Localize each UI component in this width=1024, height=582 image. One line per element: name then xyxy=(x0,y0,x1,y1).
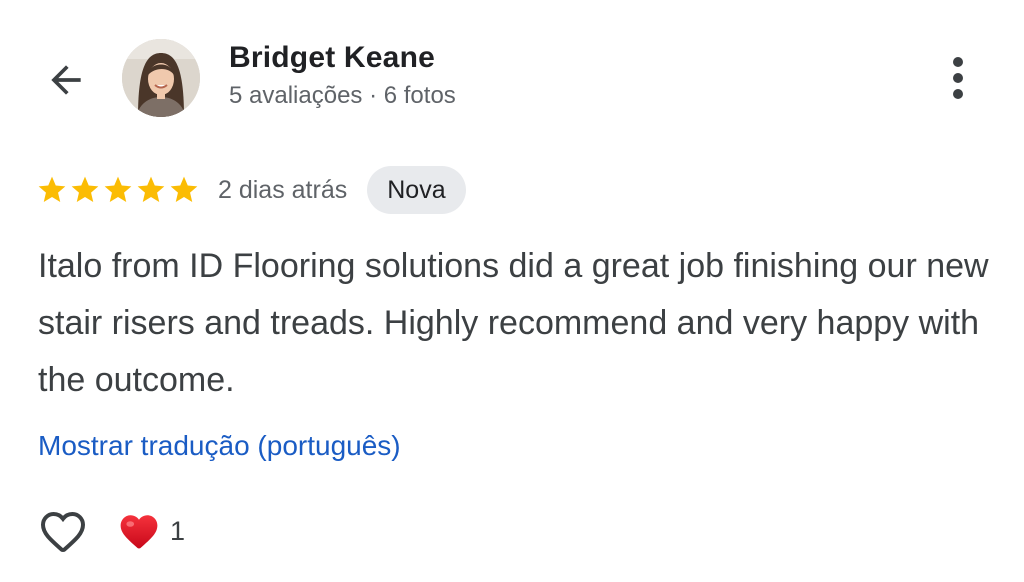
star-rating xyxy=(36,174,200,206)
more-vert-icon xyxy=(953,57,963,99)
author-meta: 5 avaliações · 6 fotos xyxy=(229,82,456,109)
back-button[interactable] xyxy=(38,52,94,108)
red-heart-icon xyxy=(120,515,158,549)
like-button[interactable] xyxy=(38,506,88,556)
rating-row: 2 dias atrás Nova xyxy=(36,166,466,214)
star-icon xyxy=(137,176,165,202)
arrow-left-icon xyxy=(51,65,81,95)
reactions-row: 1 xyxy=(38,505,185,557)
star-icon xyxy=(38,176,66,202)
star-icon xyxy=(170,176,198,202)
star-icon xyxy=(71,176,99,202)
review-date: 2 dias atrás xyxy=(218,175,348,204)
show-translation-link[interactable]: Mostrar tradução (português) xyxy=(38,430,401,462)
avatar[interactable] xyxy=(122,39,200,117)
reaction-summary[interactable]: 1 xyxy=(118,511,185,551)
author-name[interactable]: Bridget Keane xyxy=(229,41,435,75)
review-text: Italo from ID Flooring solutions did a g… xyxy=(38,247,989,399)
reaction-count: 1 xyxy=(170,515,186,546)
avatar-image xyxy=(122,39,200,117)
star-icon xyxy=(104,176,132,202)
more-options-button[interactable] xyxy=(934,52,982,104)
new-badge: Nova xyxy=(367,166,466,214)
heart-outline-icon xyxy=(40,511,86,553)
